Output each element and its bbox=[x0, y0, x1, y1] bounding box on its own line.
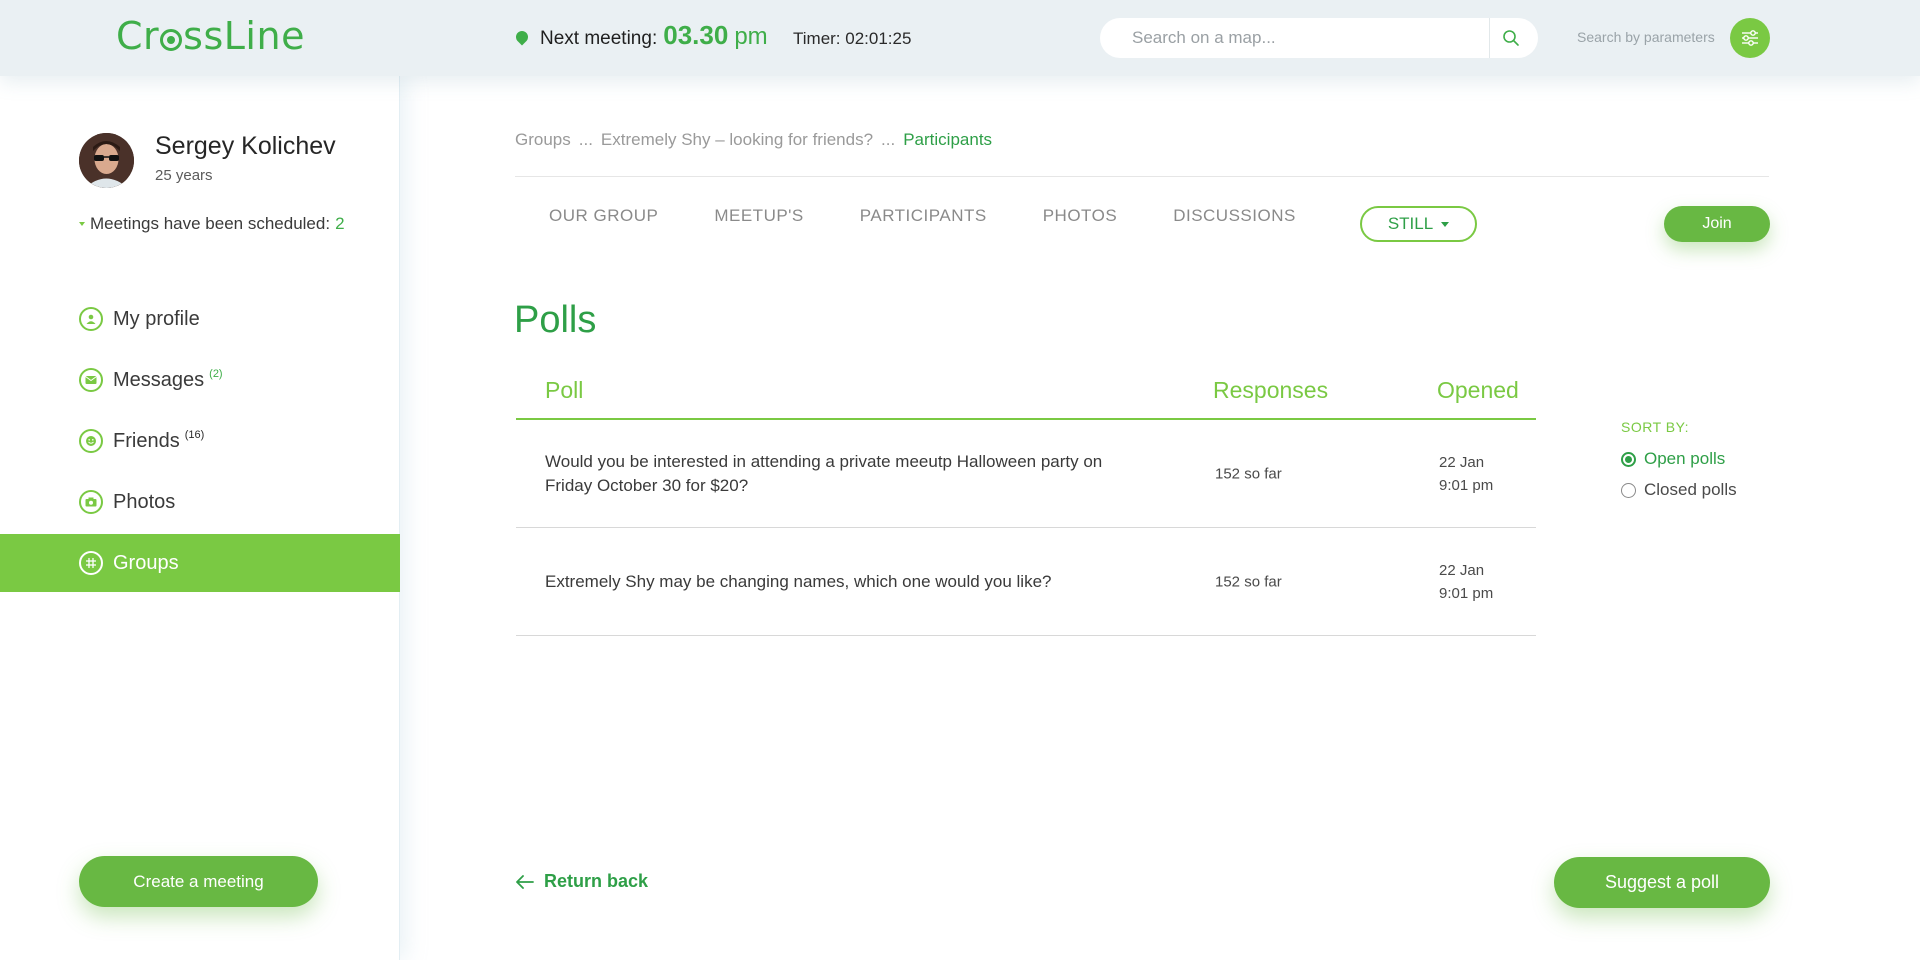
meeting-timer: Timer: 02:01:25 bbox=[793, 29, 912, 48]
arrow-left-icon bbox=[516, 874, 534, 889]
search-by-parameters-label: Search by parameters bbox=[1577, 29, 1715, 45]
join-button[interactable]: Join bbox=[1664, 206, 1770, 242]
user-name: Sergey Kolichev bbox=[155, 132, 336, 160]
group-tabs: OUR GROUP MEETUP'S PARTICIPANTS PHOTOS D… bbox=[549, 206, 1296, 226]
table-header: Poll Responses Opened bbox=[516, 359, 1536, 420]
create-meeting-button[interactable]: Create a meeting bbox=[79, 856, 318, 907]
location-pin-icon bbox=[513, 28, 531, 46]
next-meeting-ampm: pm bbox=[734, 23, 768, 50]
radio-unselected-icon[interactable] bbox=[1621, 482, 1636, 498]
grid-icon bbox=[79, 551, 103, 575]
meetings-scheduled-count: 2 bbox=[335, 214, 345, 233]
map-search-box bbox=[1100, 18, 1538, 58]
triangle-down-icon bbox=[79, 222, 85, 226]
suggest-poll-button[interactable]: Suggest a poll bbox=[1554, 857, 1770, 908]
sidebar-item-label: Friends bbox=[113, 429, 180, 452]
friends-count-badge: (16) bbox=[184, 429, 205, 441]
table-row[interactable]: Extremely Shy may be changing names, whi… bbox=[516, 528, 1536, 636]
poll-opened-time: 9:01 pm bbox=[1439, 476, 1494, 494]
polls-table: Poll Responses Opened Would you be inter… bbox=[516, 359, 1536, 636]
breadcrumb-group-name[interactable]: Extremely Shy – looking for friends? bbox=[601, 130, 873, 150]
radio-dot bbox=[1625, 455, 1632, 463]
sidebar-item-friends[interactable]: Friends (16) bbox=[0, 412, 400, 470]
main-content: Groups ... Extremely Shy – looking for f… bbox=[400, 76, 1920, 960]
page-title: Polls bbox=[514, 299, 597, 341]
sort-by-label: SORT BY: bbox=[1621, 419, 1690, 435]
column-header-opened[interactable]: Opened bbox=[1437, 377, 1519, 404]
meetings-scheduled: Meetings have been scheduled: 2 bbox=[79, 214, 345, 234]
sort-option-closed-polls[interactable]: Closed polls bbox=[1621, 480, 1737, 500]
logo-text-start: Cr bbox=[116, 14, 160, 58]
poll-question[interactable]: Would you be interested in attending a p… bbox=[545, 450, 1125, 498]
column-header-responses[interactable]: Responses bbox=[1213, 377, 1328, 404]
sidebar-nav: My profile Messages (2) Friends (16) Pho… bbox=[0, 290, 400, 595]
user-age: 25 years bbox=[155, 167, 213, 184]
still-dropdown-button[interactable]: STILL bbox=[1360, 206, 1477, 242]
sidebar-item-groups[interactable]: Groups bbox=[0, 534, 400, 592]
breadcrumb-ellipsis: ... bbox=[578, 130, 593, 149]
breadcrumb-groups[interactable]: Groups bbox=[515, 130, 571, 150]
return-back-label: Return back bbox=[544, 871, 649, 891]
sidebar-item-label: Photos bbox=[113, 490, 176, 513]
sidebar-item-label: Messages bbox=[113, 368, 205, 391]
tab-meetups[interactable]: MEETUP'S bbox=[714, 206, 803, 226]
envelope-icon bbox=[79, 368, 103, 392]
smiley-icon bbox=[79, 429, 103, 453]
next-meeting-time: 03.30 bbox=[663, 20, 729, 50]
sidebar-item-messages[interactable]: Messages (2) bbox=[0, 351, 400, 409]
next-meeting-label: Next meeting: bbox=[540, 28, 658, 49]
user-icon bbox=[79, 307, 103, 331]
poll-opened-date: 22 Jan bbox=[1439, 453, 1485, 471]
poll-opened-date: 22 Jan bbox=[1439, 561, 1485, 579]
sliders-icon bbox=[1742, 30, 1758, 46]
sidebar-item-label: My profile bbox=[113, 307, 200, 330]
poll-opened-time: 9:01 pm bbox=[1439, 584, 1494, 602]
breadcrumb: Groups ... Extremely Shy – looking for f… bbox=[515, 130, 992, 150]
radio-selected-icon[interactable] bbox=[1621, 451, 1636, 467]
sort-option-open-polls[interactable]: Open polls bbox=[1621, 449, 1737, 469]
tab-participants[interactable]: PARTICIPANTS bbox=[860, 206, 987, 226]
filter-settings-button[interactable] bbox=[1730, 18, 1770, 58]
poll-question[interactable]: Extremely Shy may be changing names, whi… bbox=[545, 570, 1125, 594]
sort-option-label: Closed polls bbox=[1644, 480, 1737, 499]
tab-discussions[interactable]: DISCUSSIONS bbox=[1173, 206, 1296, 226]
messages-count-badge: (2) bbox=[209, 368, 223, 380]
sidebar-item-photos[interactable]: Photos bbox=[0, 473, 400, 531]
tab-our-group[interactable]: OUR GROUP bbox=[549, 206, 658, 226]
top-header: Cr ssLine Next meeting: 03.30 pm Timer: 0… bbox=[0, 0, 1920, 76]
column-header-poll[interactable]: Poll bbox=[545, 377, 583, 404]
crossline-logo[interactable]: Cr ssLine bbox=[116, 14, 305, 58]
logo-text-end: ssLine bbox=[183, 14, 305, 58]
search-icon[interactable] bbox=[1490, 18, 1532, 58]
next-meeting: Next meeting: 03.30 pm bbox=[513, 20, 768, 51]
poll-responses: 152 so far bbox=[1215, 573, 1282, 590]
table-row[interactable]: Would you be interested in attending a p… bbox=[516, 420, 1536, 528]
return-back-link[interactable]: Return back bbox=[516, 871, 648, 892]
logo-pin-icon bbox=[160, 29, 183, 51]
sort-option-label: Open polls bbox=[1644, 449, 1726, 468]
sort-panel: SORT BY: Open polls Closed polls bbox=[1621, 419, 1737, 511]
sidebar: Sergey Kolichev 25 years Meetings have b… bbox=[0, 76, 400, 960]
poll-opened: 22 Jan 9:01 pm bbox=[1439, 451, 1493, 497]
breadcrumb-current[interactable]: Participants bbox=[903, 130, 992, 150]
still-label: STILL bbox=[1387, 214, 1434, 233]
breadcrumb-divider bbox=[515, 176, 1769, 177]
meetings-scheduled-label: Meetings have been scheduled: bbox=[90, 214, 331, 233]
map-search-input[interactable] bbox=[1100, 18, 1490, 58]
camera-icon bbox=[79, 490, 103, 514]
poll-opened: 22 Jan 9:01 pm bbox=[1439, 559, 1493, 605]
poll-responses: 152 so far bbox=[1215, 465, 1282, 482]
tab-photos[interactable]: PHOTOS bbox=[1043, 206, 1117, 226]
caret-down-icon bbox=[1441, 221, 1450, 227]
sidebar-item-my-profile[interactable]: My profile bbox=[0, 290, 400, 348]
avatar[interactable] bbox=[79, 133, 134, 188]
breadcrumb-ellipsis-2: ... bbox=[881, 130, 896, 149]
sidebar-item-label: Groups bbox=[113, 551, 179, 574]
